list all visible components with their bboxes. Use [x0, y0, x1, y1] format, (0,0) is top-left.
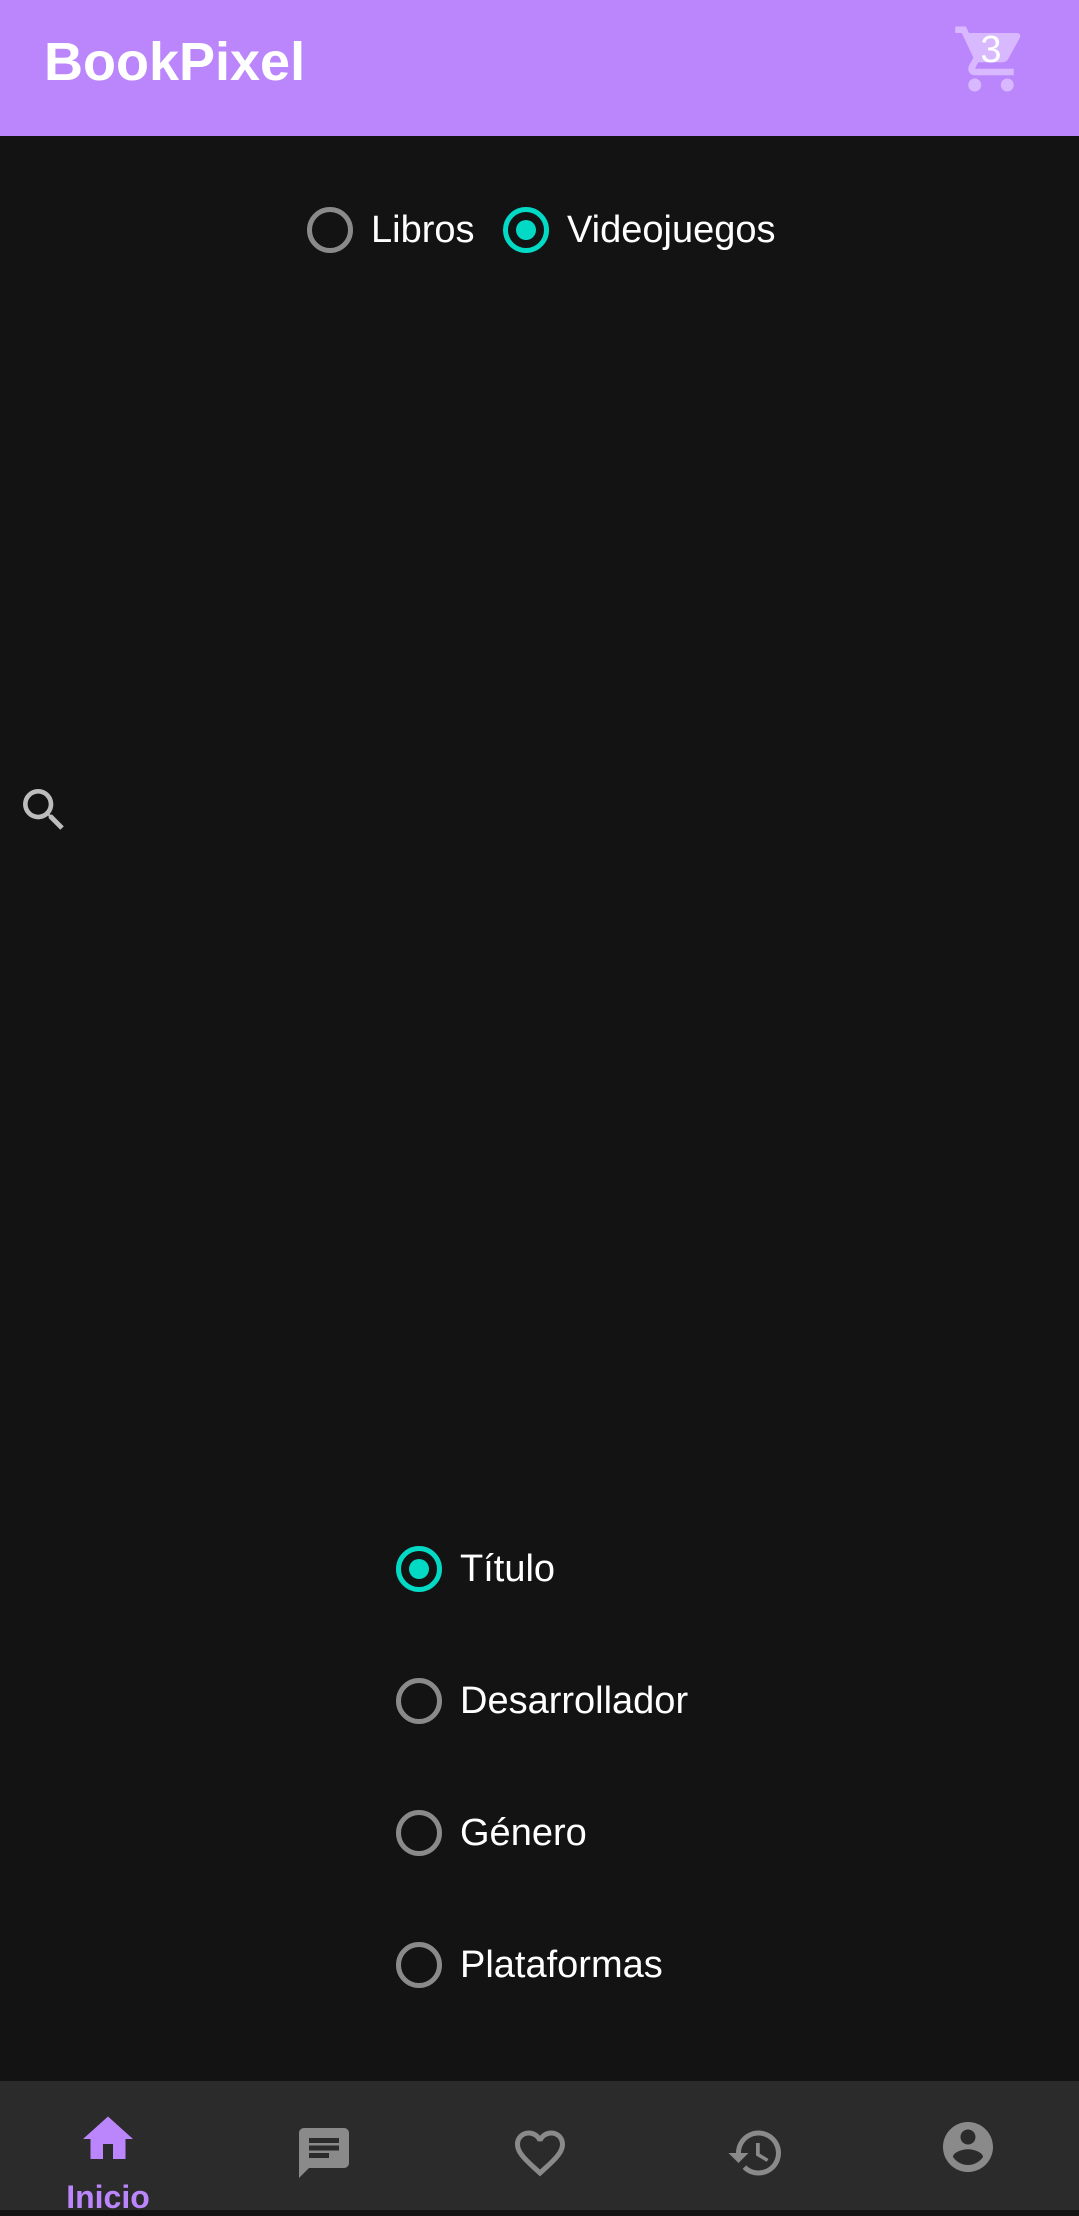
- radio-libros[interactable]: Libros: [307, 207, 475, 253]
- nav-item-account[interactable]: [864, 2081, 1079, 2210]
- nav-item-favorites[interactable]: [432, 2081, 648, 2210]
- radio-desarrollador[interactable]: Desarrollador: [396, 1678, 688, 1724]
- radio-circle[interactable]: [503, 207, 549, 253]
- chat-icon: [299, 2128, 349, 2178]
- radio-label: Plataformas: [460, 1944, 663, 1986]
- bottom-navigation: Inicio: [0, 2081, 1079, 2215]
- radio-titulo[interactable]: Título: [396, 1546, 555, 1592]
- radio-circle[interactable]: [307, 207, 353, 253]
- account-icon: [943, 2122, 993, 2172]
- radio-plataformas[interactable]: Plataformas: [396, 1942, 663, 1988]
- radio-label: Desarrollador: [460, 1680, 689, 1722]
- nav-label-inicio: Inicio: [66, 2179, 150, 2215]
- history-icon: [728, 2130, 781, 2176]
- app-bar: BookPixel 3: [0, 0, 1079, 136]
- radio-label: Videojuegos: [567, 209, 776, 251]
- cart-badge-count: 3: [980, 29, 1002, 71]
- nav-item-inicio[interactable]: Inicio: [0, 2081, 216, 2215]
- search-icon: [23, 789, 64, 830]
- radio-label: Género: [460, 1812, 587, 1854]
- nav-item-history[interactable]: [648, 2081, 864, 2210]
- app-title: BookPixel: [44, 32, 306, 92]
- radio-circle[interactable]: [396, 1942, 442, 1988]
- radio-label: Libros: [371, 209, 475, 251]
- radio-label: Título: [460, 1548, 556, 1590]
- radio-circle[interactable]: [396, 1678, 442, 1724]
- radio-circle[interactable]: [396, 1546, 442, 1592]
- heart-icon: [515, 2130, 565, 2177]
- search-button[interactable]: [16, 782, 72, 838]
- nav-item-chat[interactable]: [216, 2081, 432, 2210]
- cart-button[interactable]: 3: [952, 20, 1030, 98]
- radio-genero[interactable]: Género: [396, 1810, 587, 1856]
- radio-videojuegos[interactable]: Videojuegos: [503, 207, 775, 253]
- radio-circle[interactable]: [396, 1810, 442, 1856]
- home-icon: [83, 2116, 133, 2159]
